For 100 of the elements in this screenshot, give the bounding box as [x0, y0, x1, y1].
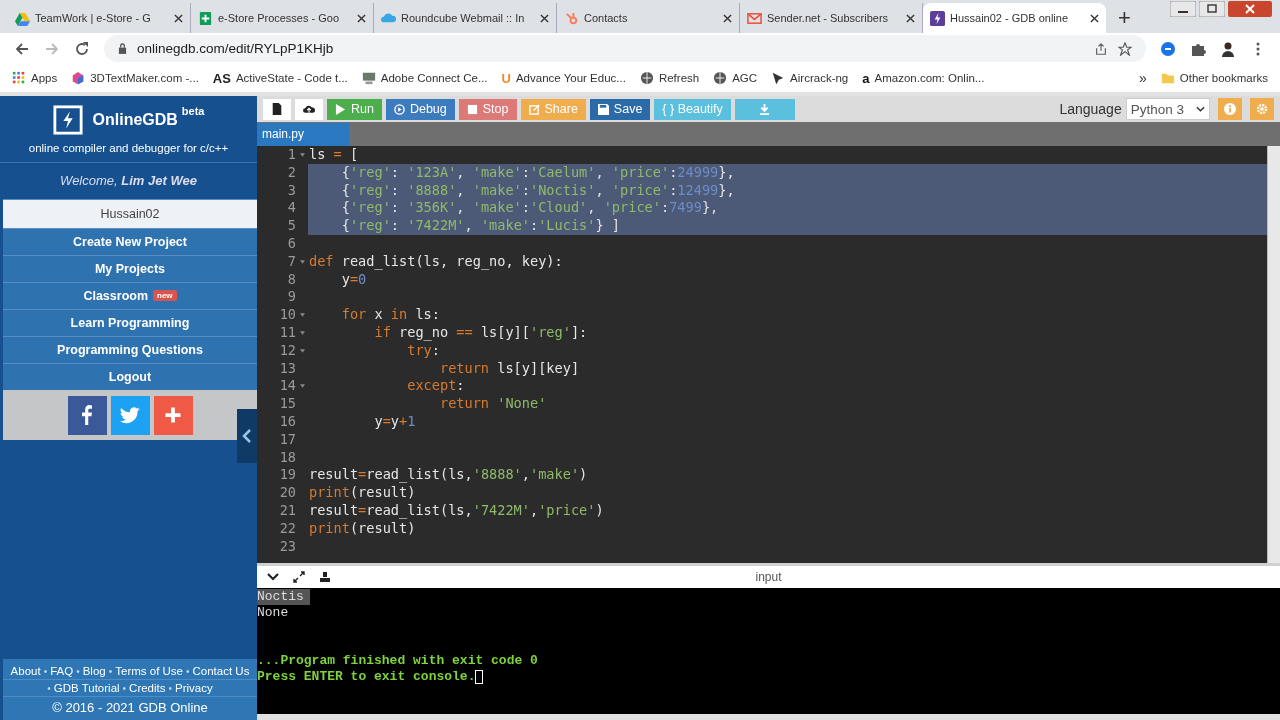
close-icon[interactable] [540, 13, 549, 23]
new-badge: new [153, 290, 177, 301]
bookmark[interactable]: Adobe Connect Ce... [361, 71, 488, 85]
fold-arrow-icon[interactable] [299, 384, 305, 389]
fold-arrow-icon[interactable] [299, 259, 305, 264]
code-line: {'reg': '356K', 'make':'Cloud', 'price':7499}, [340, 199, 719, 216]
share-plus-button[interactable] [153, 395, 193, 435]
chevron-down-icon[interactable] [267, 571, 279, 583]
bookmark[interactable]: Aircrack-ng [771, 71, 849, 85]
close-icon[interactable] [174, 13, 183, 23]
sidebar-item[interactable]: Logout [3, 363, 257, 390]
footer-link[interactable]: Terms of Use [115, 665, 183, 677]
fold-arrow-icon[interactable] [299, 313, 305, 318]
expand-icon[interactable] [293, 571, 305, 583]
avatar-icon[interactable] [1220, 40, 1236, 57]
bookmark[interactable]: AGC [713, 71, 758, 85]
console-line: Press ENTER to exit console. [257, 669, 476, 685]
code-line: return 'None' [438, 395, 547, 412]
line-number: 10 [279, 306, 296, 324]
debug-button[interactable]: Debug [385, 98, 455, 120]
brand-name: OnlineGDB [92, 111, 178, 129]
sidebar-item[interactable]: My Projects [3, 255, 257, 282]
code-line: {'reg': '123A', 'make':'Caelum', 'price':24999}, [340, 163, 735, 180]
copyright-text: © 2016 - 2021 GDB Online [51, 699, 209, 717]
line-number: 3 [287, 181, 296, 200]
new-tab-button[interactable]: + [1118, 7, 1131, 29]
bookmark[interactable]: AS ActiveState - Code t... [212, 70, 348, 86]
address-bar[interactable]: onlinegdb.com/edit/RYLpP1KHjb [104, 35, 1146, 62]
fold-arrow-icon[interactable] [299, 152, 305, 157]
welcome-text: Welcome, Lim Jet Wee [59, 172, 198, 190]
fold-arrow-icon[interactable] [299, 348, 305, 353]
bookmark[interactable]: Refresh [639, 71, 700, 85]
code-line: try: [406, 341, 440, 358]
close-icon[interactable] [723, 13, 732, 23]
line-number: 21 [279, 501, 296, 520]
footer-link[interactable]: Privacy [175, 682, 213, 694]
bookmark[interactable]: a Amazon.com: Onlin... [862, 70, 985, 86]
bookmark[interactable]: U Advance Your Educ... [501, 70, 626, 86]
browser-tab[interactable]: TeamWork | e-Store - G [8, 3, 191, 33]
line-number: 1 [287, 146, 296, 164]
save-button[interactable]: Save [589, 98, 651, 120]
footer-link[interactable]: Blog [82, 665, 106, 677]
more-bookmarks-button[interactable]: » [1139, 70, 1147, 86]
console-input-label: input [754, 570, 783, 584]
sidebar-item[interactable]: Hussain02 [3, 199, 257, 228]
footer-link[interactable]: Contact Us [192, 665, 250, 677]
close-icon[interactable] [357, 13, 366, 23]
browser-tab[interactable]: Contacts [557, 3, 740, 33]
fold-arrow-icon[interactable] [299, 330, 305, 335]
reload-icon[interactable] [74, 40, 90, 57]
bolt-logo-icon [52, 105, 83, 135]
language-dropdown[interactable]: Python 3 [1125, 98, 1210, 120]
line-number: 8 [287, 270, 296, 289]
code-line: for x in ls: [340, 306, 440, 323]
sidebar-item[interactable]: Programming Questions [3, 336, 257, 363]
sidebar-item[interactable]: Create New Project [3, 228, 257, 255]
collapse-sidebar-button[interactable] [237, 409, 257, 463]
line-number: 4 [287, 199, 296, 218]
code-line: except: [406, 377, 465, 394]
tagline: online compiler and debugger for c/c++ [27, 142, 230, 154]
minimize-icon[interactable] [1170, 1, 1196, 17]
language-label: Language [1059, 101, 1122, 117]
code-line: y=y+1 [373, 412, 416, 429]
browser-tab[interactable]: Roundcube Webmail :: In [374, 3, 557, 33]
bolt-icon [930, 10, 945, 26]
file-tab[interactable]: main.py [257, 123, 349, 146]
star-icon[interactable] [1118, 41, 1132, 56]
sidebar-item[interactable]: Learn Programming [3, 309, 257, 336]
line-number: 14 [279, 377, 296, 396]
cube-icon [71, 71, 86, 85]
twitter-button[interactable] [110, 395, 150, 435]
extension-icon[interactable] [1160, 40, 1176, 57]
stop-icon [466, 103, 478, 115]
code-line: return ls[y][key] [438, 359, 580, 376]
footer-link[interactable]: Credits [129, 682, 166, 694]
close-icon[interactable] [1090, 13, 1099, 23]
close-icon[interactable] [906, 13, 915, 23]
facebook-button[interactable] [67, 395, 107, 435]
line-number: 17 [279, 430, 296, 449]
other-bookmarks-folder[interactable]: Other bookmarks [1160, 71, 1268, 85]
share-icon[interactable] [1094, 41, 1108, 56]
browser-tab[interactable]: e-Store Processes - Goo [191, 3, 374, 33]
footer-link[interactable]: About [10, 665, 41, 677]
stamp-icon[interactable] [319, 571, 331, 583]
maximize-icon[interactable] [1199, 1, 1225, 17]
new-button[interactable] [263, 98, 291, 120]
sidebar-item[interactable]: Classroom $^{new}$ [3, 282, 257, 309]
upload-button[interactable] [295, 98, 323, 120]
code-line: result=read_list(ls,'7422M','price') [309, 501, 604, 518]
line-number: 9 [287, 288, 296, 307]
beta-label: beta [181, 105, 205, 117]
browser-tab[interactable]: Hussain02 - GDB online [923, 3, 1106, 33]
line-number: 19 [279, 466, 296, 485]
scrollbar[interactable] [1267, 146, 1280, 563]
bookmark[interactable]: 3DTextMaker.com -... [71, 71, 199, 85]
footer-link[interactable]: GDB Tutorial [53, 682, 120, 694]
back-arrow-icon[interactable] [14, 40, 30, 57]
footer-link[interactable]: FAQ [50, 665, 74, 677]
sheet-icon [198, 10, 213, 26]
bookmark[interactable]: Apps [12, 71, 58, 85]
